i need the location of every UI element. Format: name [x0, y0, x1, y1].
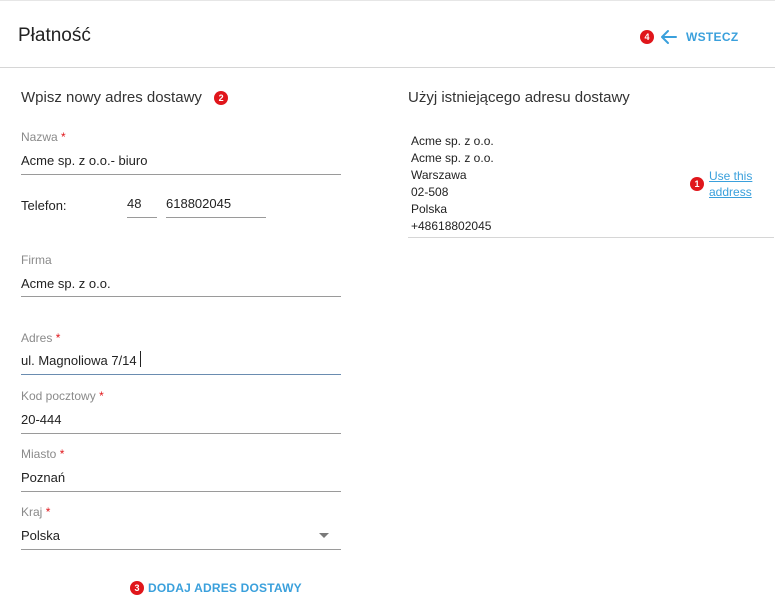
address-field[interactable]: ul. Magnoliowa 7/14	[21, 353, 137, 368]
use-address-group: 1 Use this address	[690, 168, 761, 200]
address-line: Acme sp. z o.o.	[411, 134, 494, 148]
annotation-badge-1: 1	[690, 177, 704, 191]
required-mark: *	[61, 130, 66, 144]
phone-prefix-underline	[127, 217, 157, 218]
country-label-text: Kraj	[21, 505, 43, 519]
city-field[interactable]: Poznań	[21, 470, 65, 485]
name-label-text: Nazwa	[21, 130, 58, 144]
add-address-button-label: DODAJ ADRES DOSTAWY	[148, 581, 302, 595]
company-field-underline	[21, 296, 341, 297]
name-field-label: Nazwa *	[21, 130, 66, 144]
page-title: Płatność	[18, 25, 91, 46]
company-field-label: Firma	[21, 253, 52, 267]
city-field-label: Miasto *	[21, 447, 64, 461]
address-line: Polska	[411, 202, 448, 216]
postal-code-field-label: Kod pocztowy *	[21, 389, 104, 403]
annotation-badge-3: 3	[130, 581, 144, 595]
add-address-button[interactable]: 3 DODAJ ADRES DOSTAWY	[130, 581, 302, 595]
address-field-underline	[21, 374, 341, 375]
postal-code-label-text: Kod pocztowy	[21, 389, 96, 403]
name-field-underline	[21, 174, 341, 175]
text-cursor	[140, 351, 141, 367]
postal-code-field[interactable]: 20-444	[21, 412, 61, 427]
phone-prefix-field[interactable]: 48	[127, 196, 141, 211]
name-field[interactable]: Acme sp. z o.o.- biuro	[21, 153, 147, 168]
back-button-label: WSTECZ	[686, 30, 739, 44]
caret-down-icon[interactable]	[319, 533, 329, 538]
use-this-address-link[interactable]: Use this address	[709, 168, 761, 200]
new-address-title: Wpisz nowy adres dostawy 2	[21, 89, 229, 106]
required-mark: *	[99, 389, 104, 403]
city-field-underline	[21, 491, 341, 492]
page-header: Płatność 4 WSTECZ	[0, 0, 775, 68]
country-field-label: Kraj *	[21, 505, 50, 519]
arrow-left-icon	[661, 30, 677, 44]
phone-number-underline	[166, 217, 266, 218]
existing-address-title: Użyj istniejącego adresu dostawy	[408, 89, 630, 106]
country-select[interactable]: Polska	[21, 528, 60, 543]
required-mark: *	[45, 505, 51, 519]
new-address-title-text: Wpisz nowy adres dostawy	[21, 89, 202, 106]
postal-code-field-underline	[21, 433, 341, 434]
address-field-label: Adres *	[21, 331, 60, 345]
address-label-text: Adres	[21, 331, 53, 345]
back-button[interactable]: 4 WSTECZ	[640, 27, 738, 47]
annotation-badge-4: 4	[640, 30, 654, 44]
country-select-underline	[21, 549, 341, 550]
annotation-badge-2: 2	[214, 91, 229, 106]
phone-label: Telefon:	[21, 198, 67, 213]
phone-number-field[interactable]: 618802045	[166, 196, 231, 211]
address-line: Acme sp. z o.o.	[411, 151, 494, 165]
required-mark: *	[55, 331, 61, 345]
city-label-text: Miasto	[21, 447, 57, 461]
company-field[interactable]: Acme sp. z o.o.	[21, 276, 111, 291]
required-mark: *	[59, 447, 65, 461]
address-line: +48618802045	[411, 219, 492, 233]
